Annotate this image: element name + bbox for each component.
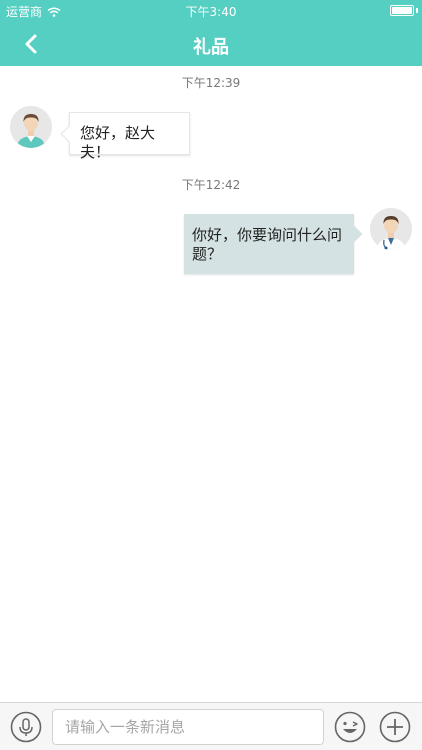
doctor-avatar[interactable] [370, 208, 412, 250]
status-bar: 运营商 下午3:40 [0, 0, 422, 22]
battery-icon [390, 5, 414, 16]
bubble-tail [60, 125, 78, 143]
chat-area[interactable]: 下午12:39 您好，赵大夫！ 下午12:42 你好，你要询问什么问题？ [0, 66, 422, 702]
incoming-message-text: 您好，赵大夫！ [80, 124, 156, 161]
incoming-message-bubble[interactable]: 您好，赵大夫！ [60, 112, 190, 161]
message-input[interactable] [52, 709, 324, 745]
app-header: 运营商 下午3:40 礼品 [0, 0, 422, 66]
patient-avatar[interactable] [10, 106, 52, 148]
message-timestamp: 下午12:39 [181, 76, 241, 90]
plus-icon[interactable] [379, 711, 411, 743]
outgoing-message-bubble[interactable]: 你好，你要询问什么问题？ [184, 214, 363, 274]
battery-cap [416, 8, 418, 13]
outgoing-message-text: 你好，你要询问什么问题？ [192, 226, 343, 263]
microphone-icon[interactable] [10, 711, 42, 743]
message-input-bar [0, 702, 422, 750]
emoji-icon[interactable] [334, 711, 366, 743]
page-title: 礼品 [193, 37, 229, 58]
nav-bar: 礼品 [0, 22, 422, 66]
message-timestamp: 下午12:42 [181, 178, 241, 192]
status-time: 下午3:40 [185, 5, 237, 19]
bubble-tail [345, 225, 363, 243]
